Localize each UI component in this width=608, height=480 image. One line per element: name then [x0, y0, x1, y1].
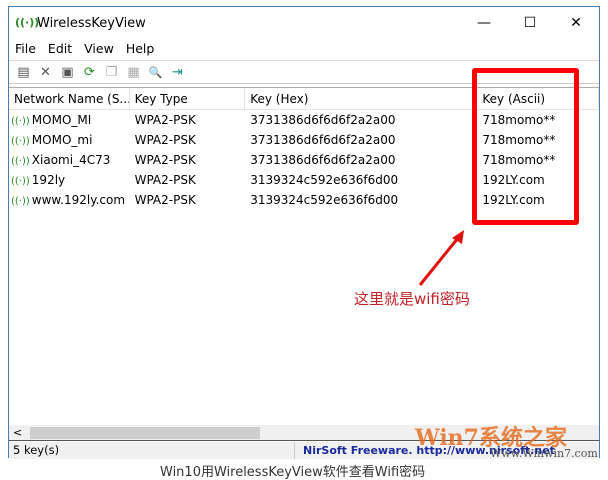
watermark-url: Www.Winwin7.com	[490, 447, 598, 460]
caption: Win10用WirelessKeyView软件查看Wifi密码	[160, 465, 426, 480]
annotation-text: 这里就是wifi密码	[354, 290, 470, 308]
annotation-arrow	[418, 230, 464, 286]
